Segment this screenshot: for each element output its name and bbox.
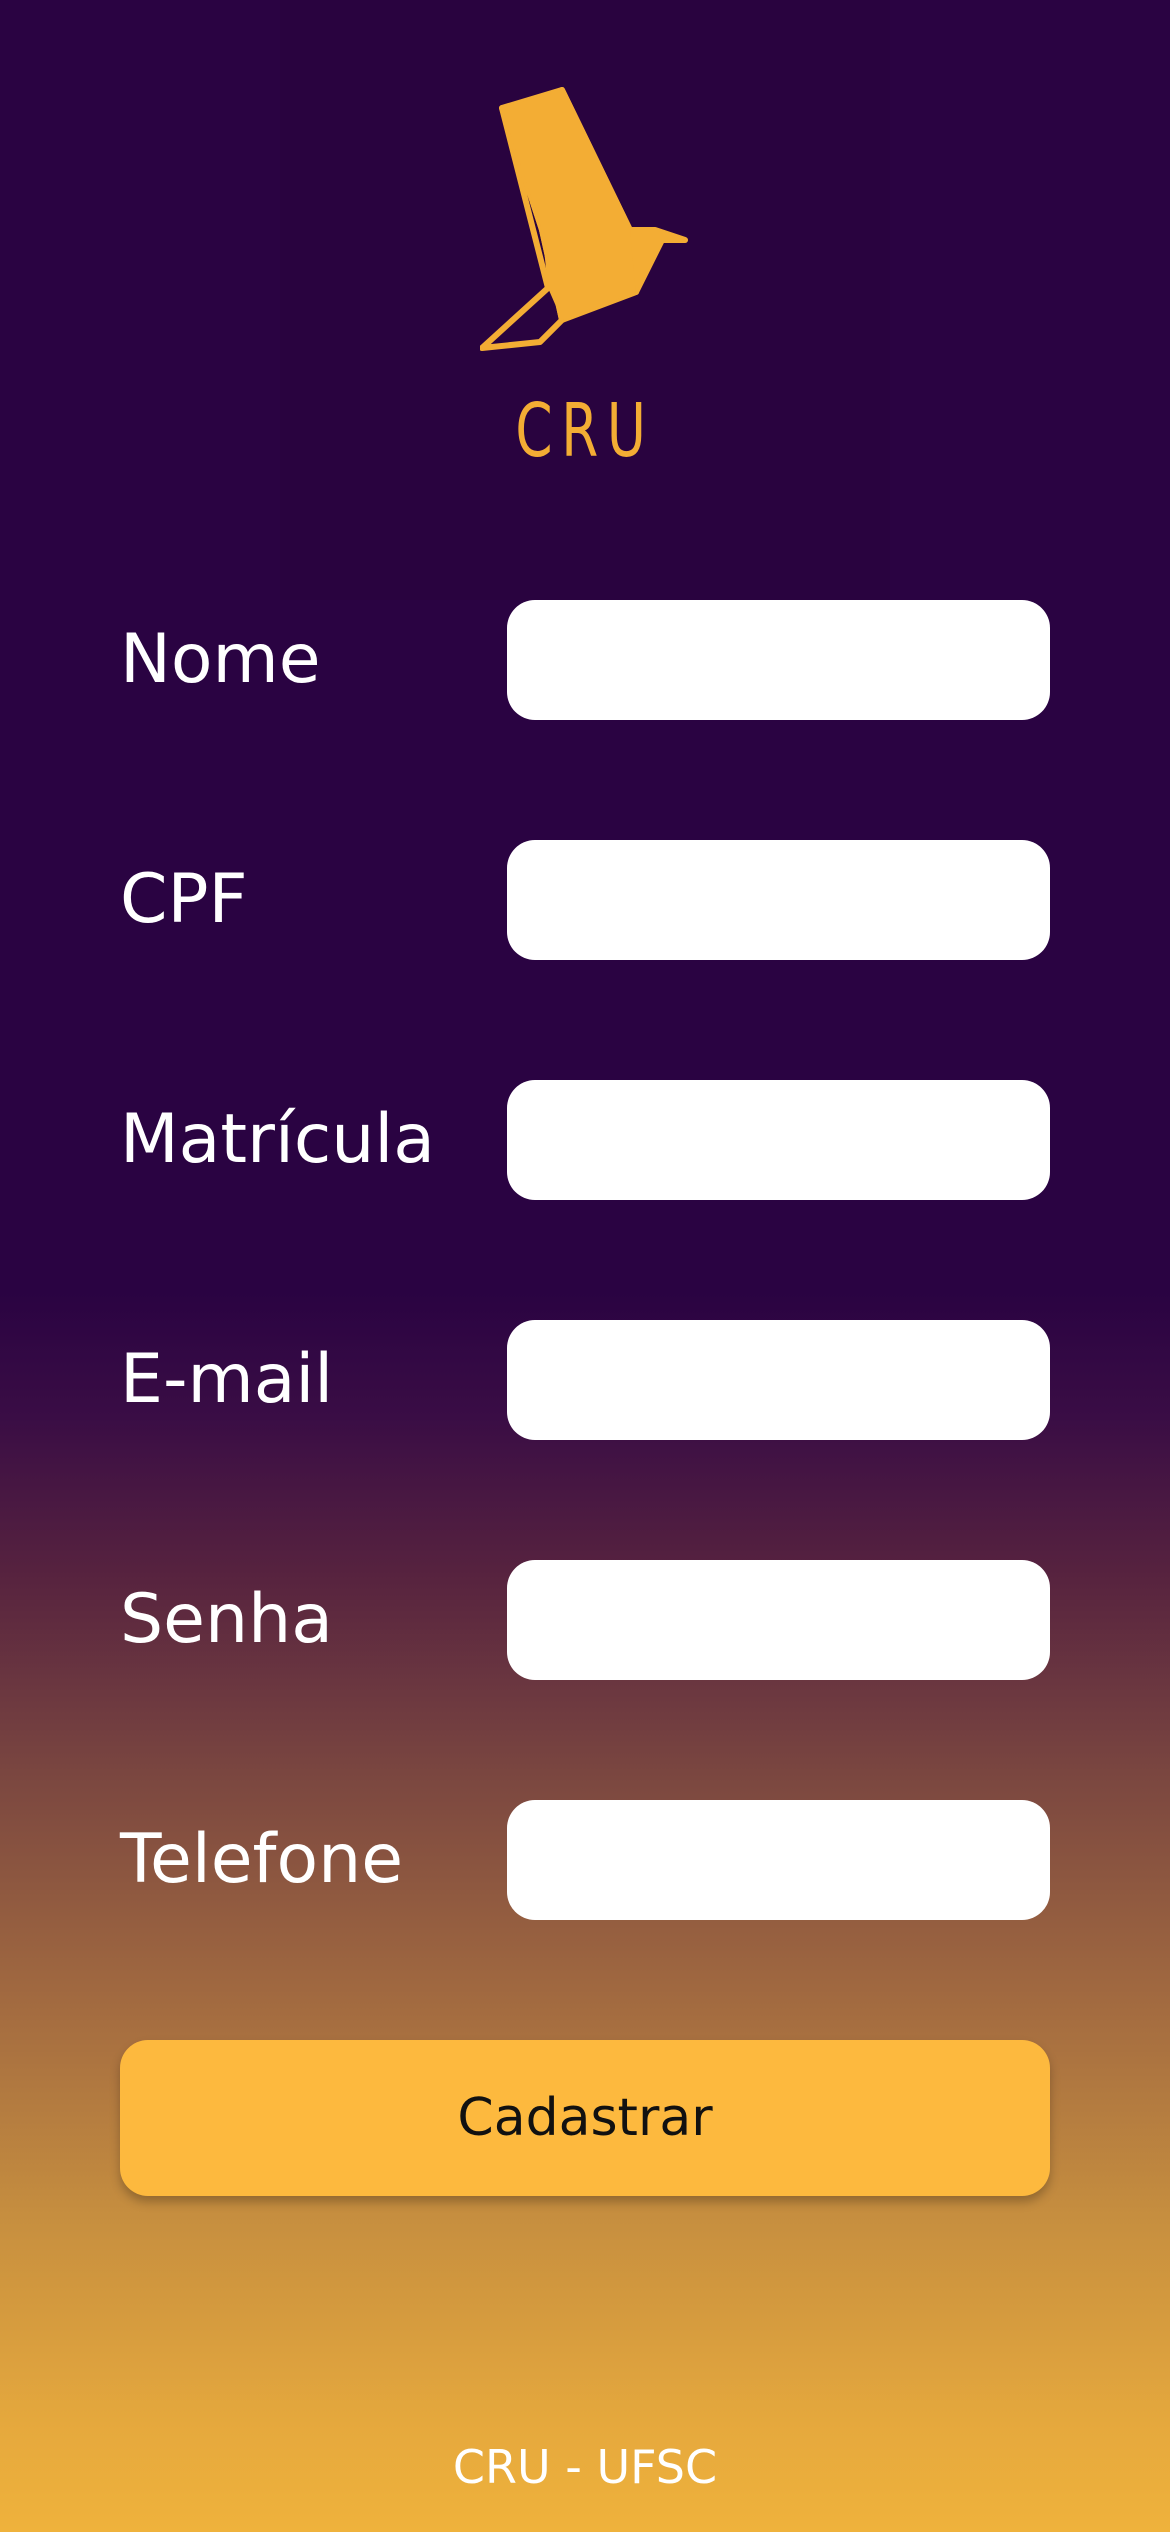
logo-text: CRU: [515, 388, 655, 474]
senha-input[interactable]: [507, 1560, 1050, 1680]
cpf-input[interactable]: [507, 840, 1050, 960]
senha-label: Senha: [120, 1580, 333, 1659]
matricula-row: Matrícula: [0, 1080, 1170, 1200]
matricula-label: Matrícula: [120, 1100, 435, 1179]
email-input[interactable]: [507, 1320, 1050, 1440]
cpf-label: CPF: [120, 860, 248, 939]
cpf-row: CPF: [0, 840, 1170, 960]
matricula-input[interactable]: [507, 1080, 1050, 1200]
telefone-row: Telefone: [0, 1800, 1170, 1920]
nome-row: Nome: [0, 600, 1170, 720]
footer-text: CRU - UFSC: [452, 2440, 718, 2494]
email-row: E-mail: [0, 1320, 1170, 1440]
email-label: E-mail: [120, 1340, 334, 1419]
nome-input[interactable]: [507, 600, 1050, 720]
senha-row: Senha: [0, 1560, 1170, 1680]
origami-bird-icon: [480, 87, 688, 351]
cadastrar-button[interactable]: Cadastrar: [120, 2040, 1050, 2196]
nome-label: Nome: [120, 620, 321, 699]
telefone-label: Telefone: [120, 1820, 404, 1899]
telefone-input[interactable]: [507, 1800, 1050, 1920]
